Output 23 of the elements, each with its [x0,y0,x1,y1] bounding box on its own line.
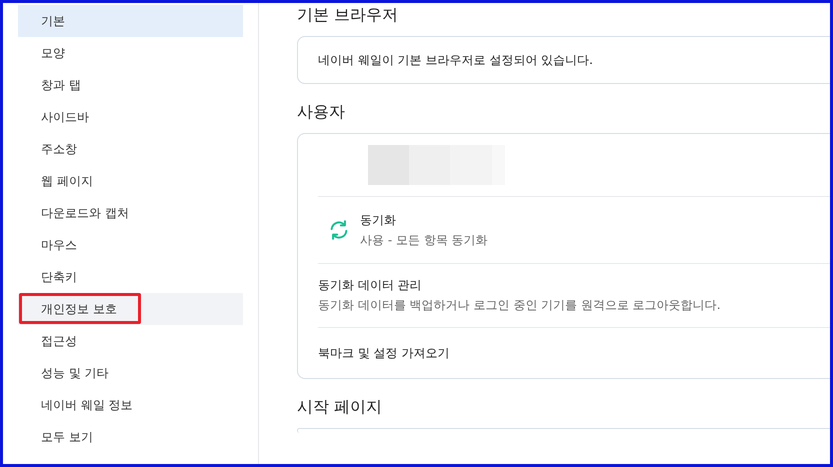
section-heading: 사용자 [297,102,346,123]
sidebar-item[interactable]: 네이버 웨일 정보 [18,389,243,421]
sidebar-item[interactable]: 웹 페이지 [18,165,243,197]
sidebar-item[interactable]: 모양 [18,37,243,69]
sidebar-item[interactable]: 접근성 [18,325,243,357]
sidebar-item[interactable]: 단축키 [18,261,243,293]
sidebar-item[interactable]: 모두 보기 [18,421,243,453]
sync-status: 사용 - 모든 항목 동기화 [360,232,488,248]
sidebar-item[interactable]: 주소창 [18,133,243,165]
section-heading: 시작 페이지 [297,397,384,418]
sidebar-item[interactable]: 다운로드와 캡처 [18,197,243,229]
section-heading: 기본 브라우저 [297,4,400,26]
status-text: 네이버 웨일이 기본 브라우저로 설정되어 있습니다. [318,52,594,68]
settings-row[interactable]: 동기화 데이터 관리 동기화 데이터를 백업하거나 로그인 중인 기기를 원격으로 로그아웃합니다. [318,264,830,328]
sync-title: 동기화 [360,212,397,228]
settings-row[interactable]: 북마크 및 설정 가져오기 [318,328,830,378]
sidebar-item[interactable]: 마우스 [18,229,243,261]
sidebar-item[interactable]: 사이드바 [18,101,243,133]
sidebar-item[interactable]: 기본 [18,5,243,37]
sidebar-item[interactable]: 개인정보 보호 [18,293,243,325]
sync-icon [328,219,350,241]
sidebar-item[interactable]: 창과 탭 [18,69,243,101]
sidebar-item[interactable]: 성능 및 기타 [18,357,243,389]
